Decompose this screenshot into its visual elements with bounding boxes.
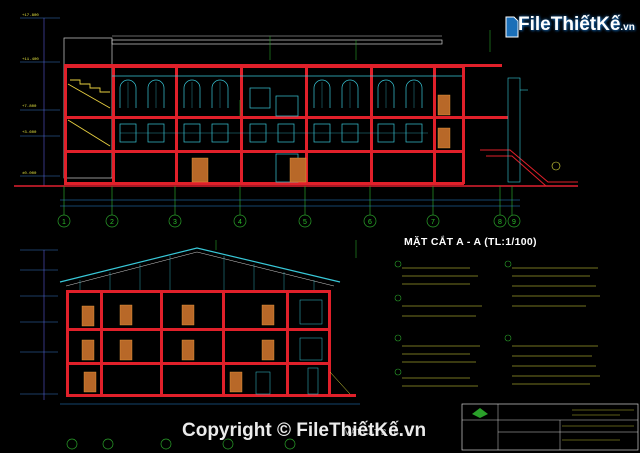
svg-text:+3.600: +3.600: [22, 131, 37, 135]
grid-axis-label: 7: [431, 219, 435, 226]
svg-text:+11.400: +11.400: [22, 58, 39, 62]
copyright-watermark: Copyright © FileThiếtKế.vn: [182, 420, 427, 441]
grid-axis-label: 8: [498, 219, 502, 226]
brand-name: FileThiếtKế.vn: [518, 14, 635, 35]
grid-axis-label: 4: [238, 219, 242, 226]
grid-axis-label: 2: [110, 219, 114, 226]
section-title: MẶT CẮT A - A (TL:1/100): [404, 236, 537, 248]
svg-text:±0.000: ±0.000: [22, 172, 37, 176]
grid-axis-label: 1: [62, 219, 66, 226]
grid-axis-label: 9: [512, 219, 516, 226]
grid-axis-label: 5: [303, 219, 307, 226]
grid-axis-label: 6: [368, 219, 372, 226]
cad-drawing-canvas: +17.800 +11.400 +7.800 +3.600 ±0.000 1 2 3 …: [0, 0, 640, 453]
file-icon: [505, 16, 519, 38]
svg-text:+7.800: +7.800: [22, 105, 37, 109]
grid-axis-label: 3: [173, 219, 177, 226]
svg-text:+17.800: +17.800: [22, 14, 39, 18]
